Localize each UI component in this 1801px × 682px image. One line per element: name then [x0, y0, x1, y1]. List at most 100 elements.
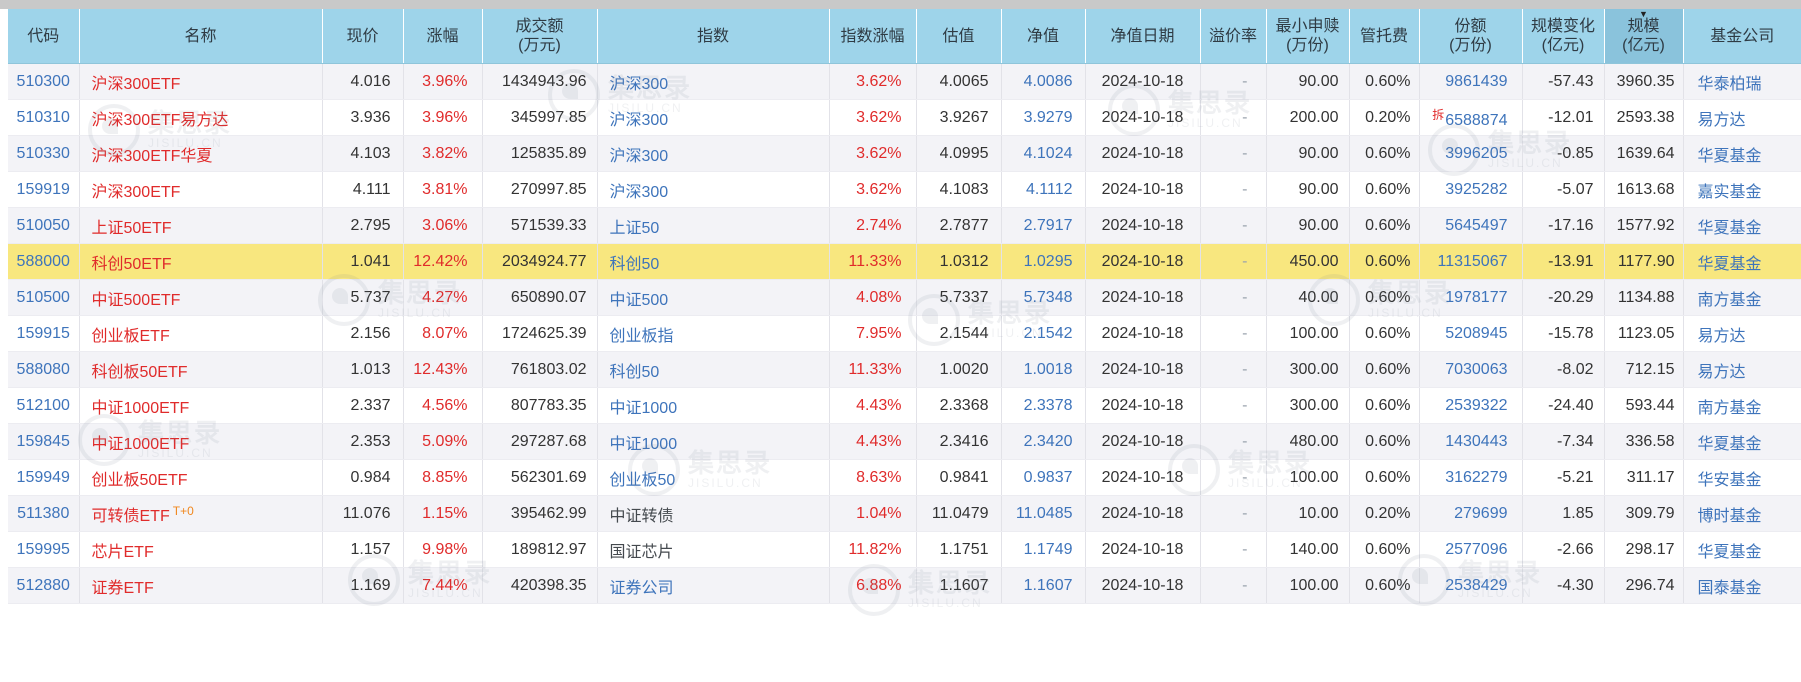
column-header-fee[interactable]: 管托费 — [1349, 9, 1420, 64]
column-header-index[interactable]: 指数 — [597, 9, 830, 64]
code-link[interactable]: 510050 — [17, 217, 70, 234]
index-link[interactable]: 沪深300 — [610, 76, 669, 93]
name-link[interactable]: 可转债ETF — [92, 508, 170, 525]
company-link[interactable]: 嘉实基金 — [1698, 184, 1762, 201]
nav-link[interactable]: 3.9279 — [1024, 109, 1073, 126]
shares-link[interactable]: 3925282 — [1445, 181, 1507, 198]
column-header-code[interactable]: 代码 — [8, 9, 80, 64]
company-link[interactable]: 南方基金 — [1698, 292, 1762, 309]
code-link[interactable]: 159845 — [17, 433, 70, 450]
shares-link[interactable]: 7030063 — [1445, 361, 1507, 378]
index-link[interactable]: 科创50 — [610, 256, 660, 273]
column-header-name[interactable]: 名称 — [79, 9, 323, 64]
code-link[interactable]: 512880 — [17, 577, 70, 594]
index-link[interactable]: 上证50 — [610, 220, 660, 237]
code-link[interactable]: 510330 — [17, 145, 70, 162]
code-link[interactable]: 510310 — [17, 109, 70, 126]
code-link[interactable]: 512100 — [17, 397, 70, 414]
nav-link[interactable]: 1.0295 — [1024, 253, 1073, 270]
nav-link[interactable]: 0.9837 — [1024, 469, 1073, 486]
shares-link[interactable]: 279699 — [1454, 505, 1507, 522]
nav-link[interactable]: 2.3378 — [1024, 397, 1073, 414]
name-link[interactable]: 中证500ETF — [92, 292, 181, 309]
name-link[interactable]: 证券ETF — [92, 580, 154, 597]
name-link[interactable]: 科创50ETF — [92, 256, 172, 273]
name-link[interactable]: 沪深300ETF易方达 — [92, 112, 229, 129]
nav-link[interactable]: 4.1112 — [1026, 181, 1073, 198]
nav-link[interactable]: 11.0485 — [1016, 505, 1073, 522]
column-header-shares[interactable]: 份额 (万份) — [1419, 9, 1523, 64]
index-link[interactable]: 中证500 — [610, 292, 669, 309]
nav-link[interactable]: 4.0086 — [1024, 73, 1073, 90]
nav-link[interactable]: 1.0018 — [1024, 361, 1073, 378]
index-link[interactable]: 科创50 — [610, 364, 660, 381]
code-link[interactable]: 511380 — [17, 505, 69, 522]
nav-link[interactable]: 1.1607 — [1024, 577, 1073, 594]
index-link[interactable]: 中证1000 — [610, 436, 678, 453]
shares-link[interactable]: 6588874 — [1445, 112, 1507, 129]
column-header-premium[interactable]: 溢价率 — [1200, 9, 1267, 64]
shares-link[interactable]: 9861439 — [1445, 73, 1507, 90]
company-link[interactable]: 华夏基金 — [1698, 436, 1762, 453]
column-header-price[interactable]: 现价 — [322, 9, 404, 64]
name-link[interactable]: 上证50ETF — [92, 220, 172, 237]
company-link[interactable]: 易方达 — [1698, 364, 1746, 381]
company-link[interactable]: 易方达 — [1698, 112, 1746, 129]
column-header-min_redeem[interactable]: 最小申赎 (万份) — [1266, 9, 1350, 64]
shares-link[interactable]: 5208945 — [1445, 325, 1507, 342]
company-link[interactable]: 国泰基金 — [1698, 580, 1762, 597]
code-link[interactable]: 159995 — [17, 541, 70, 558]
code-link[interactable]: 159919 — [17, 181, 70, 198]
name-link[interactable]: 沪深300ETF华夏 — [92, 148, 213, 165]
nav-link[interactable]: 2.3420 — [1024, 433, 1073, 450]
name-link[interactable]: 科创板50ETF — [92, 364, 188, 381]
company-link[interactable]: 南方基金 — [1698, 400, 1762, 417]
company-link[interactable]: 华安基金 — [1698, 472, 1762, 489]
column-header-turnover[interactable]: 成交额 (万元) — [482, 9, 598, 64]
shares-link[interactable]: 2539322 — [1445, 397, 1507, 414]
column-header-scale_change[interactable]: 规模变化 (亿元) — [1522, 9, 1605, 64]
code-link[interactable]: 159915 — [17, 325, 70, 342]
shares-link[interactable]: 5645497 — [1445, 217, 1507, 234]
name-link[interactable]: 创业板50ETF — [92, 472, 188, 489]
index-link[interactable]: 中证1000 — [610, 400, 678, 417]
nav-link[interactable]: 4.1024 — [1024, 145, 1073, 162]
index-link[interactable]: 沪深300 — [610, 112, 669, 129]
company-link[interactable]: 华泰柏瑞 — [1698, 76, 1762, 93]
column-header-valuation[interactable]: 估值 — [916, 9, 1002, 64]
index-link[interactable]: 创业板指 — [610, 328, 674, 345]
code-link[interactable]: 510300 — [17, 73, 70, 90]
nav-link[interactable]: 5.7348 — [1024, 289, 1073, 306]
index-link[interactable]: 沪深300 — [610, 148, 669, 165]
nav-link[interactable]: 2.7917 — [1024, 217, 1073, 234]
company-link[interactable]: 博时基金 — [1698, 508, 1762, 525]
column-header-change[interactable]: 涨幅 — [403, 9, 483, 64]
shares-link[interactable]: 1978177 — [1445, 289, 1507, 306]
shares-link[interactable]: 3162279 — [1445, 469, 1507, 486]
code-link[interactable]: 510500 — [17, 289, 70, 306]
index-link[interactable]: 证券公司 — [610, 580, 674, 597]
code-link[interactable]: 588000 — [17, 253, 70, 270]
name-link[interactable]: 芯片ETF — [92, 544, 154, 561]
column-header-scale[interactable]: 规模 (亿元) ▼ — [1604, 9, 1684, 64]
index-link[interactable]: 创业板50 — [610, 472, 676, 489]
index-link[interactable]: 沪深300 — [610, 184, 669, 201]
company-link[interactable]: 易方达 — [1698, 328, 1746, 345]
name-link[interactable]: 沪深300ETF — [92, 184, 181, 201]
name-link[interactable]: 中证1000ETF — [92, 436, 190, 453]
name-link[interactable]: 创业板ETF — [92, 328, 170, 345]
shares-link[interactable]: 2538429 — [1445, 577, 1507, 594]
nav-link[interactable]: 1.1749 — [1024, 541, 1073, 558]
company-link[interactable]: 华夏基金 — [1698, 544, 1762, 561]
shares-link[interactable]: 1430443 — [1445, 433, 1507, 450]
name-link[interactable]: 沪深300ETF — [92, 76, 181, 93]
code-link[interactable]: 588080 — [17, 361, 70, 378]
company-link[interactable]: 华夏基金 — [1698, 220, 1762, 237]
company-link[interactable]: 华夏基金 — [1698, 148, 1762, 165]
column-header-nav_date[interactable]: 净值日期 — [1085, 9, 1201, 64]
column-header-nav[interactable]: 净值 — [1001, 9, 1086, 64]
shares-link[interactable]: 3996205 — [1445, 145, 1507, 162]
column-header-company[interactable]: 基金公司 — [1683, 9, 1801, 64]
name-link[interactable]: 中证1000ETF — [92, 400, 190, 417]
column-header-index_change[interactable]: 指数涨幅 — [829, 9, 917, 64]
